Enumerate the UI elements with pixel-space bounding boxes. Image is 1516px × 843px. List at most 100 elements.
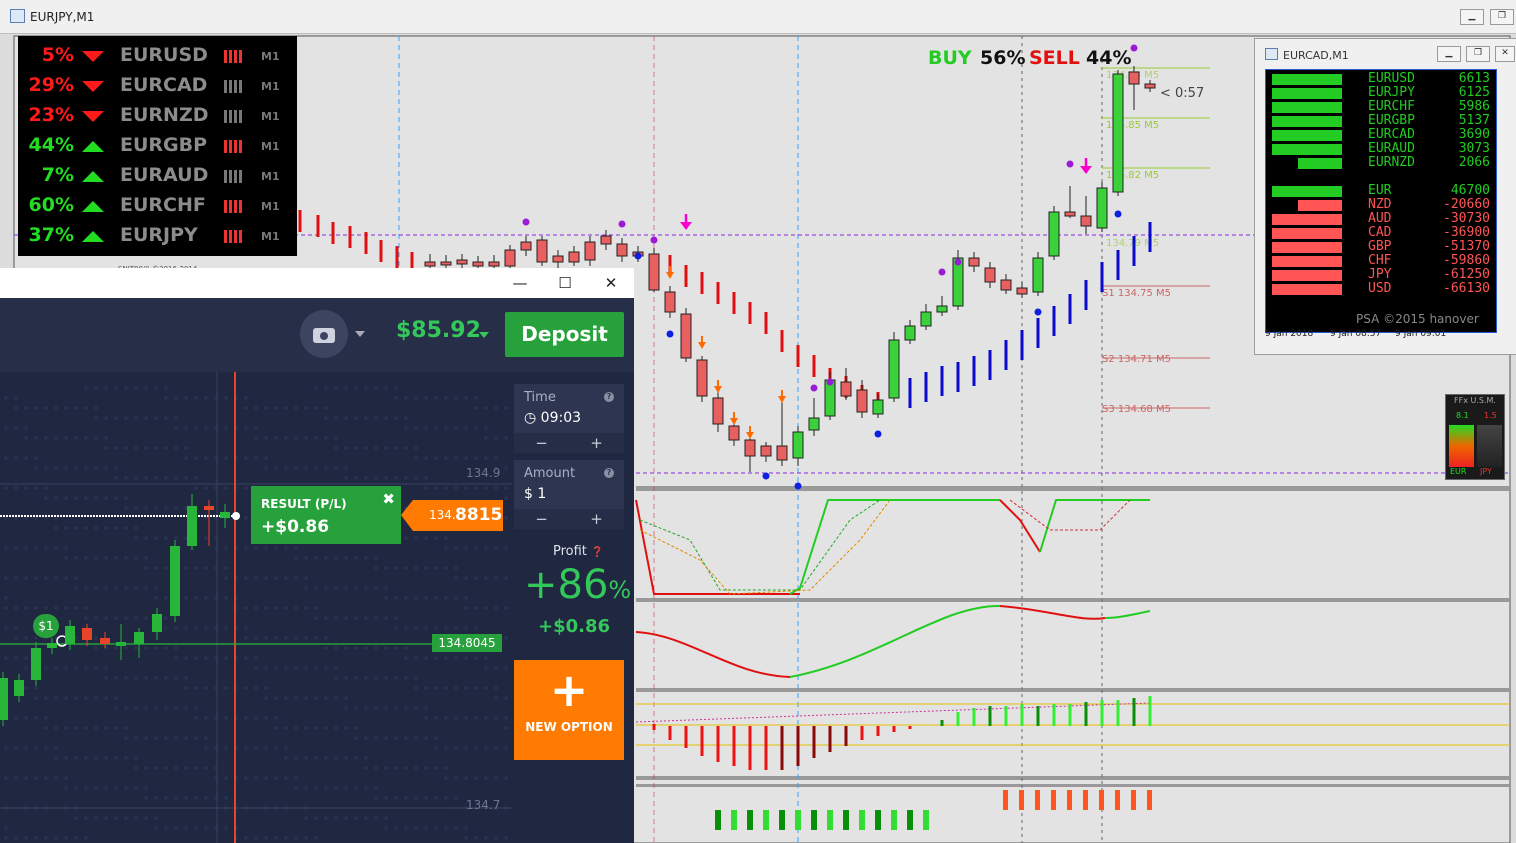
candle-body	[536, 239, 548, 263]
pair-name: EURNZD	[1368, 155, 1415, 170]
help-icon[interactable]: ?	[604, 468, 614, 478]
strength-bar	[1272, 130, 1342, 141]
chevron-down-icon[interactable]	[355, 331, 365, 337]
binary-options-window[interactable]: — ☐ ✕ $85.92 Deposit 134.9 134.7 $1 134.…	[0, 268, 634, 843]
signal-dot	[1130, 44, 1138, 52]
map-dot	[494, 696, 498, 700]
strength-bar	[1272, 284, 1342, 295]
map-dot	[414, 476, 418, 480]
close-button[interactable]: ✕	[1495, 46, 1515, 62]
map-dot	[104, 446, 108, 450]
strength-symbol: EURJPY	[120, 224, 198, 246]
strength-row: 29% EURCAD M1	[18, 71, 297, 101]
maximize-button[interactable]: ☐	[547, 272, 583, 294]
map-dot	[484, 606, 488, 610]
time-axis-label: 9 Jan 08:57	[1330, 329, 1382, 339]
result-popup[interactable]: RESULT (P/L) +$0.86 ✖	[251, 486, 401, 544]
candle-body	[1128, 71, 1140, 85]
currency-strength-panel: 5% EURUSD M1 29% EURCAD M1 23% EURNZD M1…	[18, 36, 297, 273]
map-dot	[74, 816, 78, 820]
map-dot	[384, 796, 388, 800]
map-dot	[164, 646, 168, 650]
map-dot	[114, 386, 118, 390]
map-dot	[204, 656, 208, 660]
map-dot	[124, 736, 128, 740]
deposit-button[interactable]: Deposit	[505, 312, 624, 357]
map-dot	[154, 416, 158, 420]
map-dot	[194, 596, 198, 600]
map-dot	[164, 736, 168, 740]
candle-body	[776, 445, 788, 461]
help-icon[interactable]: ❓	[591, 547, 603, 558]
map-dot	[354, 736, 358, 740]
map-dot	[414, 736, 418, 740]
time-card[interactable]: Time ? ◷ 09:03 − +	[514, 384, 624, 453]
usm-left-ccy: EUR	[1450, 467, 1467, 476]
map-dot	[504, 836, 508, 840]
map-dot	[254, 546, 258, 550]
map-dot	[314, 756, 318, 760]
map-dot	[304, 436, 308, 440]
time-decrease-button[interactable]: −	[514, 433, 569, 453]
close-icon[interactable]: ✖	[382, 490, 395, 508]
eurcad-chart-window[interactable]: EURCAD,M1 ▁ ❐ ✕ EURUSD 6613 EURJPY 6125 EURC…	[1254, 38, 1516, 355]
map-dot	[304, 576, 308, 580]
map-dot	[224, 716, 228, 720]
map-dot	[364, 766, 368, 770]
map-dot	[364, 756, 368, 760]
map-dot	[444, 626, 448, 630]
map-dot	[184, 456, 188, 460]
stake-badge: $1	[33, 614, 59, 638]
map-dot	[464, 606, 468, 610]
map-dot	[94, 816, 98, 820]
help-icon[interactable]: ?	[604, 392, 614, 402]
time-value[interactable]: ◷ 09:03	[524, 410, 581, 426]
amount-increase-button[interactable]: +	[569, 509, 624, 529]
entry-price-tag: 134.8045	[432, 634, 502, 652]
signal-bar	[731, 810, 737, 830]
map-dot	[34, 546, 38, 550]
map-dot	[124, 706, 128, 710]
map-dot	[174, 656, 178, 660]
map-dot	[114, 586, 118, 590]
map-dot	[34, 836, 38, 840]
pair-name: EURCHF	[1368, 99, 1415, 114]
signal-dot	[1114, 210, 1122, 218]
map-dot	[64, 556, 68, 560]
map-dot	[264, 696, 268, 700]
map-dot	[484, 436, 488, 440]
map-dot	[324, 726, 328, 730]
amount-card[interactable]: Amount ? $ 1 − +	[514, 460, 624, 529]
map-dot	[244, 686, 248, 690]
map-dot	[244, 516, 248, 520]
chevron-down-icon[interactable]	[479, 332, 489, 338]
map-dot	[404, 766, 408, 770]
minimize-button[interactable]: —	[502, 272, 538, 294]
bo-price-chart[interactable]	[0, 372, 512, 843]
map-dot	[344, 466, 348, 470]
map-dot	[414, 686, 418, 690]
restore-button[interactable]: ❐	[1490, 9, 1514, 25]
map-dot	[224, 656, 228, 660]
map-dot	[284, 576, 288, 580]
amount-decrease-button[interactable]: −	[514, 509, 569, 529]
map-dot	[494, 776, 498, 780]
amount-label: Amount	[524, 466, 576, 481]
map-dot	[204, 566, 208, 570]
amount-input[interactable]: $ 1	[524, 486, 546, 502]
restore-button[interactable]: ❐	[1466, 46, 1490, 62]
time-increase-button[interactable]: +	[569, 433, 624, 453]
map-dot	[394, 566, 398, 570]
close-button[interactable]: ✕	[593, 272, 629, 294]
map-dot	[364, 706, 368, 710]
minimize-button[interactable]: ▁	[1460, 9, 1484, 25]
map-dot	[4, 576, 8, 580]
map-dot	[374, 556, 378, 560]
map-dot	[444, 686, 448, 690]
account-balance[interactable]: $85.92	[396, 318, 481, 343]
map-dot	[224, 686, 228, 690]
map-dot	[14, 576, 18, 580]
minimize-button[interactable]: ▁	[1437, 46, 1461, 62]
new-option-button[interactable]: + NEW OPTION	[514, 660, 624, 760]
map-dot	[114, 706, 118, 710]
